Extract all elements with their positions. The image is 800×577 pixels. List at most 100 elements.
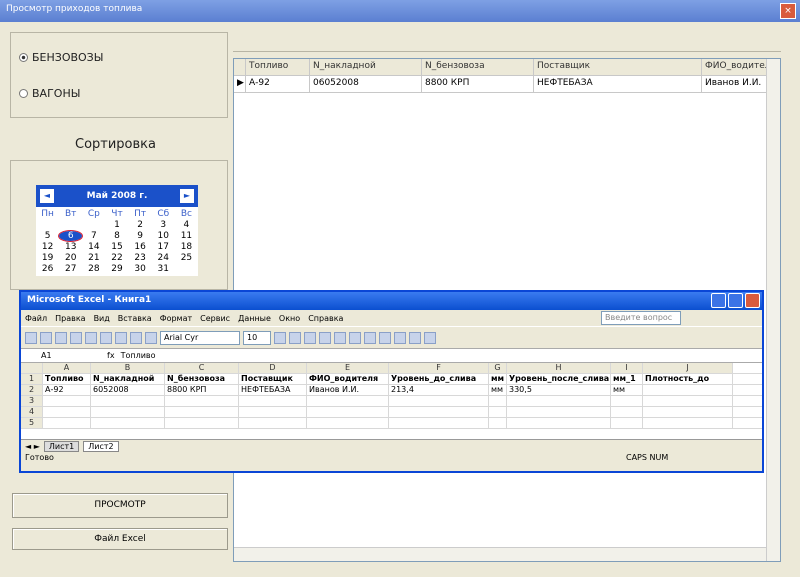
vertical-scrollbar[interactable] bbox=[766, 59, 780, 561]
grid-cell[interactable]: НЕФТЕБАЗА bbox=[534, 76, 702, 92]
menu-item[interactable]: Вид bbox=[94, 314, 110, 323]
calendar-date[interactable]: 12 bbox=[36, 242, 59, 252]
sheet-cell[interactable] bbox=[307, 418, 389, 428]
sheet-cell[interactable] bbox=[507, 418, 611, 428]
calendar-date[interactable]: 26 bbox=[36, 264, 59, 274]
sheet-cell[interactable] bbox=[389, 407, 489, 417]
row-number[interactable]: 5 bbox=[21, 418, 43, 428]
print-icon[interactable] bbox=[70, 331, 82, 344]
calendar-date[interactable]: 29 bbox=[105, 264, 128, 274]
calendar-date[interactable]: 22 bbox=[105, 253, 128, 263]
menu-item[interactable]: Данные bbox=[238, 314, 271, 323]
close-icon[interactable] bbox=[745, 293, 760, 308]
row-number[interactable]: 4 bbox=[21, 407, 43, 417]
calendar-date[interactable] bbox=[59, 220, 82, 230]
grid-cell[interactable]: 06052008 bbox=[310, 76, 422, 92]
calendar-date[interactable]: 17 bbox=[152, 242, 175, 252]
column-letter[interactable]: H bbox=[507, 363, 611, 373]
row-number[interactable]: 3 bbox=[21, 396, 43, 406]
sheet-cell[interactable] bbox=[91, 407, 165, 417]
open-icon[interactable] bbox=[40, 331, 52, 344]
sort-icon[interactable] bbox=[130, 331, 142, 344]
sheet-cell[interactable]: мм_1 bbox=[611, 374, 643, 384]
grid-cell[interactable]: 8800 КРП bbox=[422, 76, 534, 92]
sheet-cell[interactable] bbox=[165, 407, 239, 417]
merge-icon[interactable] bbox=[364, 331, 376, 344]
sheet-cell[interactable] bbox=[165, 396, 239, 406]
tab-nav-icon[interactable]: ◄ ► bbox=[25, 442, 40, 451]
help-box[interactable]: Введите вопрос bbox=[601, 311, 681, 325]
column-letter[interactable]: J bbox=[643, 363, 733, 373]
menu-item[interactable]: Вставка bbox=[118, 314, 152, 323]
sheet-cell[interactable]: мм bbox=[489, 374, 507, 384]
align-right-icon[interactable] bbox=[349, 331, 361, 344]
radio-wagons[interactable]: ВАГОНЫ bbox=[19, 87, 80, 100]
menu-item[interactable]: Формат bbox=[160, 314, 192, 323]
grid-row[interactable]: ▶ А-92 06052008 8800 КРП НЕФТЕБАЗА Иванов И.И… bbox=[234, 76, 780, 93]
row-number[interactable]: 2 bbox=[21, 385, 43, 395]
column-letter[interactable]: E bbox=[307, 363, 389, 373]
menu-item[interactable]: Сервис bbox=[200, 314, 230, 323]
font-color-icon[interactable] bbox=[424, 331, 436, 344]
calendar-date[interactable]: 27 bbox=[59, 264, 82, 274]
calendar-date[interactable]: 10 bbox=[152, 231, 175, 241]
calendar-date[interactable]: 16 bbox=[129, 242, 152, 252]
menu-item[interactable]: Файл bbox=[25, 314, 47, 323]
calendar-date[interactable]: 9 bbox=[129, 231, 152, 241]
close-icon[interactable]: × bbox=[780, 3, 796, 19]
sheet-cell[interactable] bbox=[239, 418, 307, 428]
spreadsheet[interactable]: A B C D E F G H I J 1 Топливо N_накладной N_бензовоза… bbox=[21, 363, 762, 439]
calendar-date[interactable]: 23 bbox=[129, 253, 152, 263]
sheet-cell[interactable] bbox=[43, 418, 91, 428]
minimize-icon[interactable] bbox=[711, 293, 726, 308]
percent-icon[interactable] bbox=[379, 331, 391, 344]
size-select[interactable]: 10 bbox=[243, 330, 271, 345]
sheet-cell[interactable] bbox=[643, 385, 733, 395]
grid-column-header[interactable]: Топливо bbox=[246, 59, 310, 75]
sheet-cell[interactable]: N_накладной bbox=[91, 374, 165, 384]
sheet-cell[interactable]: НЕФТЕБАЗА bbox=[239, 385, 307, 395]
sheet-cell[interactable]: мм bbox=[489, 385, 507, 395]
menu-item[interactable]: Окно bbox=[279, 314, 300, 323]
prev-month-icon[interactable]: ◄ bbox=[40, 189, 54, 203]
grid-column-header[interactable]: N_накладной bbox=[310, 59, 422, 75]
sheet-cell[interactable]: Уровень_после_слива bbox=[507, 374, 611, 384]
calendar-date[interactable]: 15 bbox=[105, 242, 128, 252]
column-letter[interactable]: B bbox=[91, 363, 165, 373]
calendar-grid[interactable]: Пн Вт Ср Чт Пт Сб Вс 1 2 3 4 5 6 7 8 9 10 11 12 13 14 15 16 17 1… bbox=[36, 207, 198, 276]
calendar-date[interactable]: 4 bbox=[175, 220, 198, 230]
sheet-cell[interactable] bbox=[611, 418, 643, 428]
sheet-cell[interactable] bbox=[389, 418, 489, 428]
calendar-date[interactable]: 5 bbox=[36, 231, 59, 241]
sheet-cell[interactable]: 330,5 bbox=[507, 385, 611, 395]
sheet-cell[interactable] bbox=[643, 418, 733, 428]
calendar-date[interactable]: 2 bbox=[129, 220, 152, 230]
sheet-cell[interactable]: Иванов И.И. bbox=[307, 385, 389, 395]
sheet-cell[interactable] bbox=[43, 396, 91, 406]
sheet-cell[interactable] bbox=[307, 407, 389, 417]
new-icon[interactable] bbox=[25, 331, 37, 344]
menu-item[interactable]: Справка bbox=[308, 314, 343, 323]
calendar-date[interactable]: 1 bbox=[105, 220, 128, 230]
view-button[interactable]: ПРОСМОТР bbox=[12, 493, 228, 518]
sheet-cell[interactable] bbox=[239, 396, 307, 406]
calendar-date[interactable] bbox=[82, 220, 105, 230]
fill-color-icon[interactable] bbox=[409, 331, 421, 344]
formula-input[interactable]: Топливо bbox=[121, 351, 156, 360]
calendar-date[interactable]: 18 bbox=[175, 242, 198, 252]
calendar-date[interactable]: 7 bbox=[82, 231, 105, 241]
sheet-cell[interactable]: ФИО_водителя bbox=[307, 374, 389, 384]
column-letter[interactable]: C bbox=[165, 363, 239, 373]
calendar-date[interactable]: 6 bbox=[58, 230, 84, 242]
sheet-cell[interactable] bbox=[165, 418, 239, 428]
sheet-cell[interactable]: 6052008 bbox=[91, 385, 165, 395]
underline-icon[interactable] bbox=[304, 331, 316, 344]
sheet-cell[interactable] bbox=[91, 396, 165, 406]
corner-cell[interactable] bbox=[21, 363, 43, 373]
sheet-cell[interactable] bbox=[239, 407, 307, 417]
column-letter[interactable]: I bbox=[611, 363, 643, 373]
column-letter[interactable]: A bbox=[43, 363, 91, 373]
sheet-cell[interactable] bbox=[489, 418, 507, 428]
sheet-cell[interactable] bbox=[611, 396, 643, 406]
grid-cell[interactable]: А-92 bbox=[246, 76, 310, 92]
